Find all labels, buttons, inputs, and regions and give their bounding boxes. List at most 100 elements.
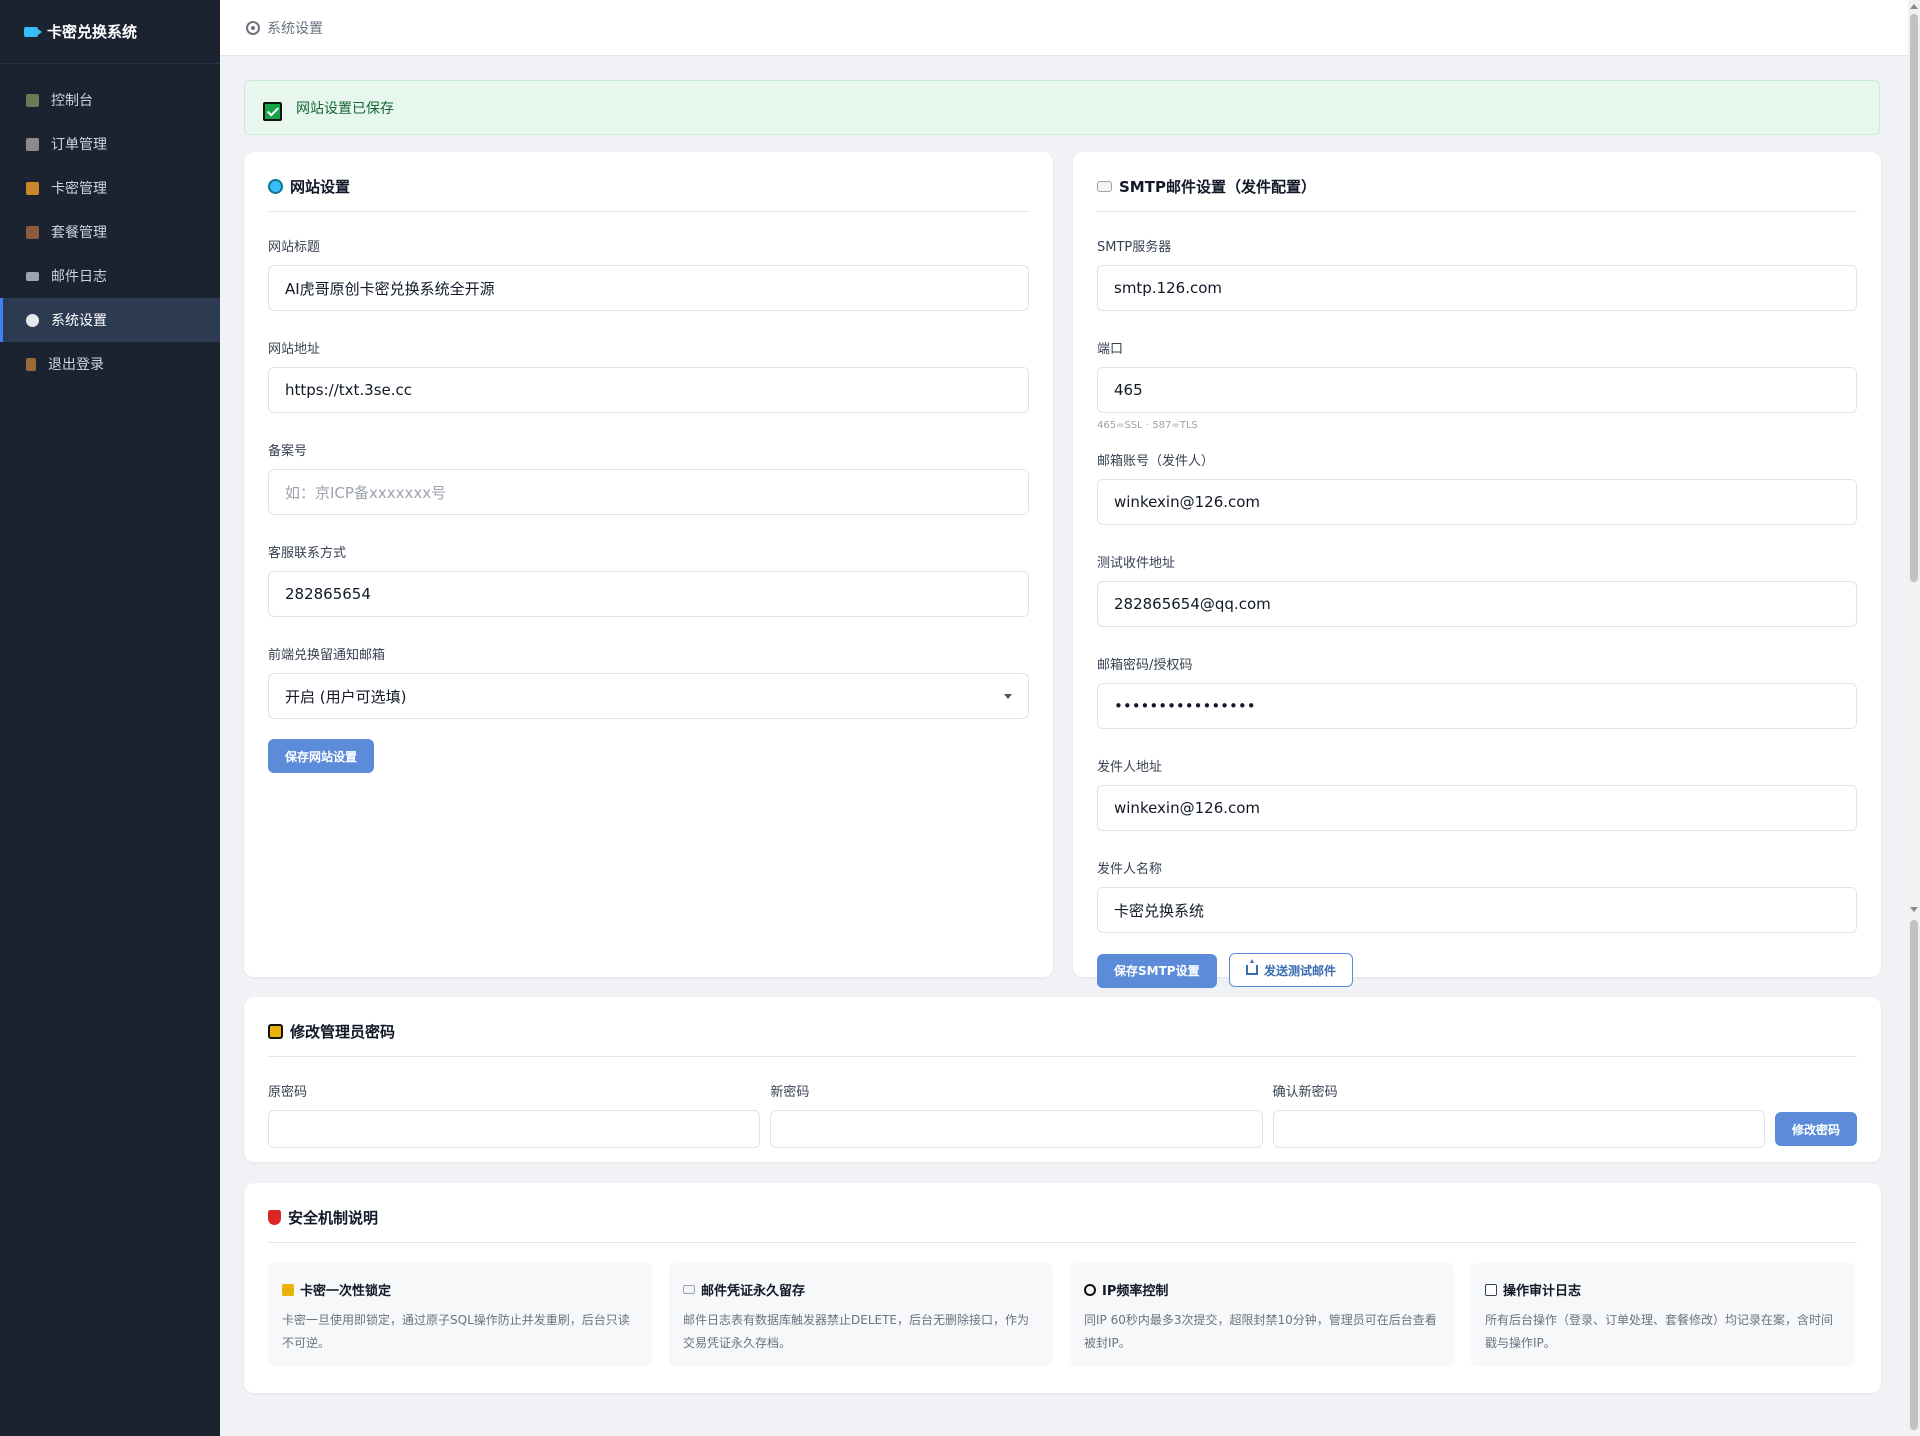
envelope-icon [1097,181,1112,192]
port-label: 端口 [1097,342,1124,357]
send-test-mail-button[interactable]: 发送测试邮件 [1229,953,1354,987]
scrollbar[interactable] [1908,0,1920,1436]
change-password-card: 修改管理员密码 原密码 新密码 确认新密码 修改密码 [244,997,1881,1162]
notify-label: 前端兑换留通知邮箱 [268,648,386,663]
breadcrumb: 系统设置 [267,20,323,37]
password-label: 邮箱密码/授权码 [1097,658,1193,673]
account-label: 邮箱账号（发件人） [1097,454,1215,469]
notify-select[interactable]: 开启 (用户可选填) [268,673,1029,719]
sidebar-nav: 控制台 订单管理 卡密管理 套餐管理 邮件日志 系统设置 退出登录 [0,78,220,386]
smtp-server-label: SMTP服务器 [1097,240,1172,255]
from-address-label: 发件人地址 [1097,760,1163,775]
chevron-down-icon [1004,693,1012,699]
security-item-title: 操作审计日志 [1503,1284,1582,1299]
site-settings-card: 网站设置 网站标题 AI虎哥原创卡密兑换系统全开源 网站地址 https://t… [244,152,1053,977]
lock-icon [268,1024,283,1039]
from-address-input[interactable]: winkexin@126.com [1097,785,1857,831]
sidebar-item-label: 套餐管理 [51,225,107,241]
port-input[interactable]: 465 [1097,367,1857,413]
contact-label: 客服联系方式 [268,546,347,561]
security-item-desc: 邮件日志表有数据库触发器禁止DELETE，后台无删除接口，作为交易凭证永久存档。 [683,1313,1030,1350]
confirm-password-input[interactable] [1272,1110,1765,1148]
success-alert: 网站设置已保存 [244,80,1880,135]
security-item-title: IP频率控制 [1102,1284,1169,1299]
save-site-button[interactable]: 保存网站设置 [268,739,375,773]
package-icon [26,225,39,239]
key-icon [26,181,39,195]
sidebar-item-label: 卡密管理 [51,181,107,197]
old-password-label: 原密码 [268,1085,308,1100]
card-title: 安全机制说明 [268,1183,1857,1243]
globe-icon [268,179,283,194]
old-password-input[interactable] [268,1110,761,1148]
sidebar-item-mail-logs[interactable]: 邮件日志 [0,254,220,298]
chart-icon [26,93,39,107]
notify-select-value: 开启 (用户可选填) [285,687,407,706]
scroll-thumb-secondary[interactable] [1910,920,1918,1430]
test-recipient-label: 测试收件地址 [1097,556,1176,571]
test-recipient-input[interactable]: 282865654@qq.com [1097,581,1857,627]
card-title: 修改管理员密码 [268,997,1857,1057]
gear-icon [246,20,260,35]
card-title-text: 安全机制说明 [288,1209,379,1227]
sidebar-item-packages[interactable]: 套餐管理 [0,210,220,254]
sidebar-item-dashboard[interactable]: 控制台 [0,78,220,122]
checkmark-icon [263,102,282,121]
site-title-input[interactable]: AI虎哥原创卡密兑换系统全开源 [268,265,1029,311]
sidebar-item-cards[interactable]: 卡密管理 [0,166,220,210]
gear-icon [26,313,39,327]
contact-input[interactable]: 282865654 [268,571,1029,617]
card-title: 网站设置 [268,152,1029,212]
save-smtp-button[interactable]: 保存SMTP设置 [1097,953,1217,988]
sidebar-item-logout[interactable]: 退出登录 [0,342,220,386]
icp-input[interactable]: 如：京ICP备xxxxxxx号 [268,469,1029,515]
from-name-input[interactable]: 卡密兑换系统 [1097,887,1857,933]
smtp-server-input[interactable]: smtp.126.com [1097,265,1857,311]
sidebar: 卡密兑换系统 控制台 订单管理 卡密管理 套餐管理 邮件日志 系统设置 退出登录 [0,0,220,1436]
card-title-text: 网站设置 [290,178,351,196]
smtp-password-input[interactable]: •••••••••••••••• [1097,683,1857,729]
security-item: 卡密一次性锁定 卡密一旦使用即锁定，通过原子SQL操作防止并发重刷，后台只读不可… [268,1263,652,1366]
security-card: 安全机制说明 卡密一次性锁定 卡密一旦使用即锁定，通过原子SQL操作防止并发重刷… [244,1183,1881,1393]
new-password-label: 新密码 [770,1085,810,1100]
security-item-desc: 所有后台操作（登录、订单处理、套餐修改）均记录在案，含时间戳与操作IP。 [1485,1313,1834,1350]
clock-icon [1084,1283,1096,1296]
shield-icon [268,1210,281,1225]
scroll-down-icon[interactable] [1910,907,1918,912]
envelope-icon [683,1285,695,1294]
sidebar-item-label: 退出登录 [48,357,104,373]
security-item: IP频率控制 同IP 60秒内最多3次提交，超限封禁10分钟，管理员可在后台查看… [1070,1263,1454,1366]
topbar: 系统设置 [220,0,1908,56]
new-password-input[interactable] [770,1110,1263,1148]
mail-icon [26,271,39,281]
door-icon [26,357,36,371]
brand-title: 卡密兑换系统 [47,23,138,41]
clipboard-icon [26,137,39,151]
security-item: 操作审计日志 所有后台操作（登录、订单处理、套餐修改）均记录在案，含时间戳与操作… [1471,1263,1855,1366]
smtp-settings-card: SMTP邮件设置（发件配置） SMTP服务器 smtp.126.com 端口 4… [1073,152,1881,988]
port-hint: 465=SSL · 587=TLS [1097,420,1198,431]
site-url-input[interactable]: https://txt.3se.cc [268,367,1029,413]
from-name-label: 发件人名称 [1097,862,1163,877]
change-password-button[interactable]: 修改密码 [1774,1112,1857,1146]
account-input[interactable]: winkexin@126.com [1097,479,1857,525]
lock-icon [282,1283,294,1296]
card-title: SMTP邮件设置（发件配置） [1097,152,1857,212]
upload-icon [1246,959,1259,975]
memo-icon [1485,1283,1497,1296]
sidebar-item-label: 订单管理 [51,137,107,153]
sidebar-item-label: 邮件日志 [51,269,107,285]
sidebar-item-label: 控制台 [51,93,93,109]
security-item: 邮件凭证永久留存 邮件日志表有数据库触发器禁止DELETE，后台无删除接口，作为… [669,1263,1053,1366]
camera-icon [24,26,42,37]
scroll-thumb[interactable] [1910,14,1918,582]
card-title-text: 修改管理员密码 [290,1023,396,1041]
security-item-desc: 同IP 60秒内最多3次提交，超限封禁10分钟，管理员可在后台查看被封IP。 [1084,1313,1437,1350]
confirm-password-label: 确认新密码 [1272,1085,1338,1100]
brand: 卡密兑换系统 [0,0,220,64]
scroll-up-icon[interactable] [1910,4,1918,9]
sidebar-item-settings[interactable]: 系统设置 [0,298,220,342]
sidebar-item-orders[interactable]: 订单管理 [0,122,220,166]
sidebar-item-label: 系统设置 [51,313,107,329]
site-title-label: 网站标题 [268,240,321,255]
